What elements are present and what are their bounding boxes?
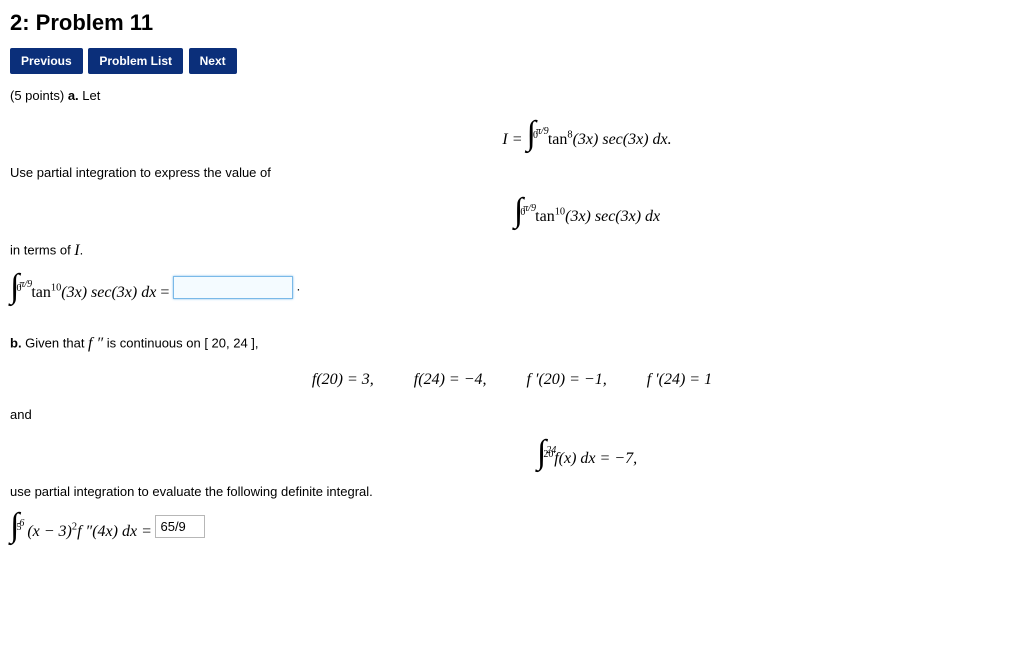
part-a-intro: (5 points) a. Let [10, 88, 1014, 103]
integral-icon: ∫ π/9 0 [10, 270, 19, 304]
cond3: f ′(20) = −1, [527, 371, 607, 389]
next-button[interactable]: Next [189, 48, 237, 74]
a-line2: Use partial integration to express the v… [10, 165, 1014, 180]
integral-answer-b: ∫ 6 5 [10, 509, 19, 543]
integral-J: ∫ π/9 0 [514, 194, 523, 228]
integrand-tan: tan [548, 131, 568, 148]
integral-icon: ∫ π/9 0 [527, 117, 536, 151]
equation-int-f: ∫ 24 20 f(x) dx = −7, [10, 436, 1014, 470]
equation-I: I = ∫ π/9 0 tan8(3x) sec(3x) dx. [10, 117, 1014, 151]
cond4: f ′(24) = 1 [647, 371, 712, 389]
integral-I: ∫ π/9 0 [527, 117, 536, 151]
answer-b-row: ∫ 6 5 (x − 3)2f ″(4x) dx = [10, 509, 1014, 543]
part-b-label: b. [10, 335, 22, 350]
int-lower-5: 5 [17, 511, 22, 545]
integrand-rest: (3x) sec(3x) dx [61, 284, 156, 301]
nav-buttons: Previous Problem List Next [10, 48, 1014, 74]
page-title: 2: Problem 11 [10, 10, 1014, 36]
int-lower-20: 20 [543, 438, 553, 472]
integral-icon: ∫ π/9 0 [514, 194, 523, 228]
answer-a-row: ∫ π/9 0 tan10(3x) sec(3x) dx = . [10, 270, 1014, 304]
I-lhs: I = [502, 131, 526, 148]
b-line2: use partial integration to evaluate the … [10, 484, 1014, 499]
int2-body: f(x) dx = −7, [554, 450, 637, 467]
cond1: f(20) = 3, [312, 371, 374, 389]
a-line3: in terms of I. [10, 242, 1014, 260]
int3-pre: (x − 3) [27, 523, 72, 540]
a-line3-post: . [80, 242, 84, 257]
part-a-let: Let [79, 88, 101, 103]
equation-J: ∫ π/9 0 tan10(3x) sec(3x) dx [10, 194, 1014, 228]
b-intro-pre: Given that [22, 335, 88, 350]
integral-answer-a: ∫ π/9 0 [10, 270, 19, 304]
integrand-tan: tan [31, 284, 51, 301]
integrand-rest: (3x) sec(3x) dx. [573, 131, 672, 148]
prev-button[interactable]: Previous [10, 48, 83, 74]
a-line3-pre: in terms of [10, 242, 74, 257]
integral-icon: ∫ 24 20 [537, 436, 546, 470]
answer-b-input[interactable] [155, 515, 205, 538]
int-lower: 0 [17, 272, 22, 306]
part-a-label: a. [68, 88, 79, 103]
problem-list-button[interactable]: Problem List [88, 48, 183, 74]
integral-icon: ∫ 6 5 [10, 509, 19, 543]
int-lower: 0 [533, 119, 538, 153]
integrand-rest: (3x) sec(3x) dx [565, 208, 660, 225]
answer-a-trail: . [297, 278, 301, 293]
exp-10: 10 [51, 283, 61, 294]
int-lower: 0 [520, 196, 525, 230]
int3-mid: f ″(4x) dx = [77, 523, 152, 540]
points-text: (5 points) [10, 88, 68, 103]
b-intro-post: is continuous on [ 20, 24 ], [103, 335, 258, 350]
integral-f: ∫ 24 20 [537, 436, 546, 470]
exp-10: 10 [555, 207, 565, 218]
integrand-tan: tan [535, 208, 555, 225]
cond2: f(24) = −4, [414, 371, 487, 389]
and-label: and [10, 407, 1014, 422]
part-b-intro: b. Given that f ″ is continuous on [ 20,… [10, 335, 1014, 353]
fpp: f ″ [88, 335, 103, 353]
conditions-row: f(20) = 3, f(24) = −4, f ′(20) = −1, f ′… [10, 371, 1014, 389]
answer-a-input[interactable] [173, 276, 293, 299]
